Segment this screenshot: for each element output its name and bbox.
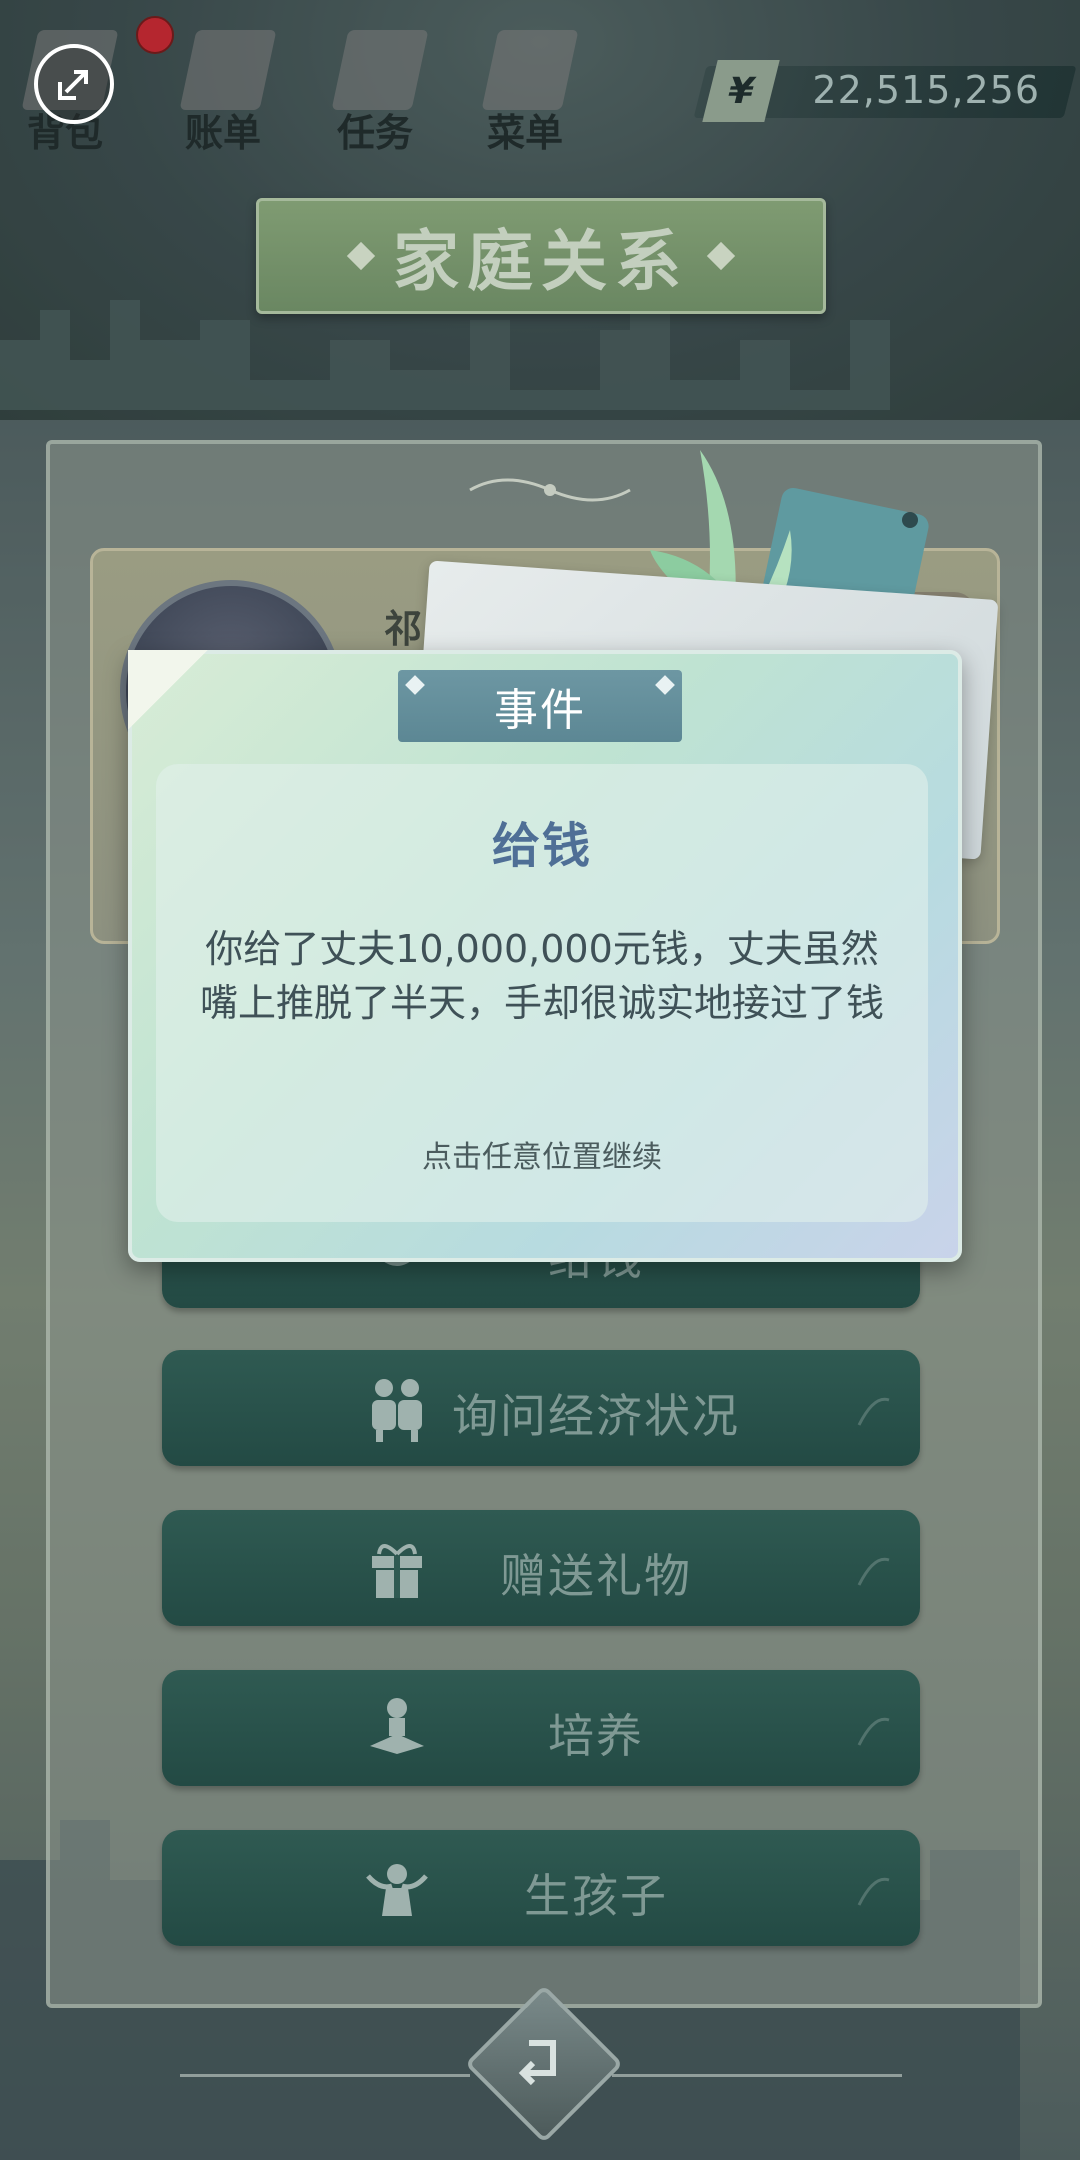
- task-icon: [331, 30, 429, 110]
- leaf-deco-icon: [857, 1557, 890, 1586]
- ask-finance-button[interactable]: 询问经济状况: [162, 1350, 920, 1466]
- give-gift-button[interactable]: 赠送礼物: [162, 1510, 920, 1626]
- have-child-button[interactable]: 生孩子: [162, 1830, 920, 1946]
- action-label: 培养: [548, 1709, 644, 1763]
- diamond-ornament-icon: [346, 241, 376, 271]
- action-label: 赠送礼物: [500, 1549, 692, 1603]
- exit-button[interactable]: [34, 44, 114, 124]
- action-label: 生孩子: [524, 1869, 668, 1923]
- divider-line: [180, 2074, 470, 2077]
- topbar-item-label: 菜单: [486, 111, 563, 155]
- diamond-ornament-icon: [706, 241, 736, 271]
- continue-hint[interactable]: 点击任意位置继续: [156, 1132, 928, 1176]
- bill-icon: [179, 30, 277, 110]
- page-curl-decoration: [128, 650, 208, 730]
- dialog-message: 你给了丈夫10,000,000元钱，丈夫虽然嘴上推脱了半天，手却很诚实地接过了钱: [199, 927, 884, 1025]
- nurture-button[interactable]: 培养: [162, 1670, 920, 1786]
- page-title: 家庭关系: [393, 223, 689, 300]
- leaf-deco-icon: [857, 1717, 890, 1746]
- page-title-banner: 家庭关系: [256, 198, 826, 314]
- topbar-item-task[interactable]: 任务: [320, 20, 430, 155]
- scroll-ornament-icon: [469, 478, 631, 502]
- leaf-deco-icon: [857, 1397, 890, 1426]
- leaf-deco-icon: [857, 1877, 890, 1906]
- dialog-title: 给钱: [491, 818, 592, 874]
- diamond-ornament-icon: [655, 675, 675, 695]
- notification-dot: [136, 16, 174, 54]
- topbar-item-bill[interactable]: 账单: [168, 20, 278, 155]
- divider-line: [612, 2074, 902, 2077]
- action-label: 询问经济状况: [452, 1389, 740, 1443]
- topbar-item-menu[interactable]: 菜单: [470, 20, 580, 155]
- top-bar: 背包 账单 任务 菜单 ¥ 22,515,256: [0, 0, 1080, 155]
- menu-icon: [481, 30, 579, 110]
- character-name: 祁: [384, 607, 423, 651]
- return-arrow-icon: [518, 2040, 556, 2086]
- dialog-header: 事件: [398, 670, 682, 742]
- money-value: 22,515,256: [812, 68, 1040, 112]
- diamond-ornament-icon: [405, 675, 425, 695]
- dialog-header-text: 事件: [494, 685, 586, 736]
- topbar-item-label: 任务: [336, 111, 413, 155]
- exit-arrow-icon: [58, 70, 88, 100]
- topbar-item-label: 账单: [184, 111, 261, 155]
